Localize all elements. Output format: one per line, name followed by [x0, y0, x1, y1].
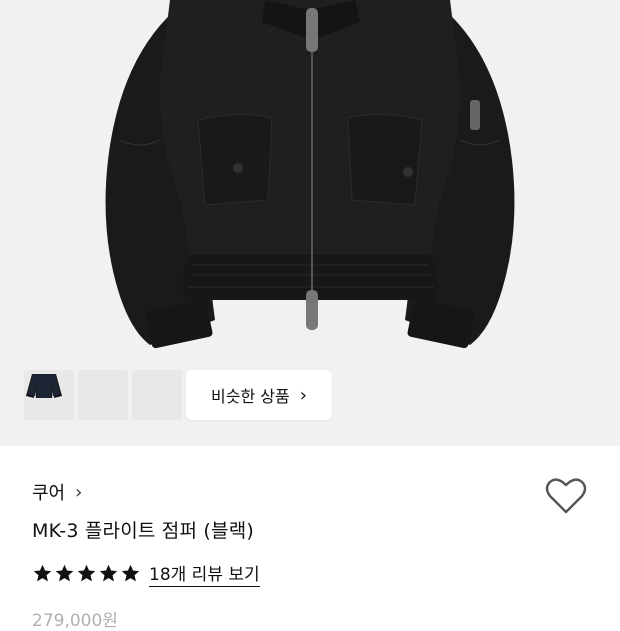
brand-link[interactable]: 쿠어 › [32, 479, 82, 505]
star-rating [32, 563, 141, 584]
chevron-right-icon: › [75, 481, 83, 503]
product-image-area: 비슷한 상품 › [0, 0, 620, 446]
similar-products-button[interactable]: 비슷한 상품 › [186, 370, 332, 420]
heart-outline-icon[interactable] [545, 476, 587, 516]
original-price: 279,000원 [32, 611, 118, 631]
star-icon [121, 564, 140, 582]
rating-row: 18개 리뷰 보기 [32, 560, 260, 587]
star-icon [55, 564, 74, 582]
product-title: MK-3 플라이트 점퍼 (블랙) [32, 520, 254, 542]
review-link[interactable]: 18개 리뷰 보기 [149, 560, 260, 587]
thumbnail-navy-jacket[interactable] [28, 370, 182, 420]
star-icon [77, 564, 96, 582]
thumbnail-black-jacket-alt[interactable] [28, 370, 128, 420]
star-icon [99, 564, 118, 582]
chevron-right-icon: › [299, 384, 307, 406]
star-icon [33, 564, 52, 582]
similar-products-label: 비슷한 상품 [211, 387, 290, 406]
thumbnail-jacket-icon [28, 374, 60, 398]
thumbnail-strip [24, 370, 182, 420]
brand-name: 쿠어 [32, 483, 66, 504]
